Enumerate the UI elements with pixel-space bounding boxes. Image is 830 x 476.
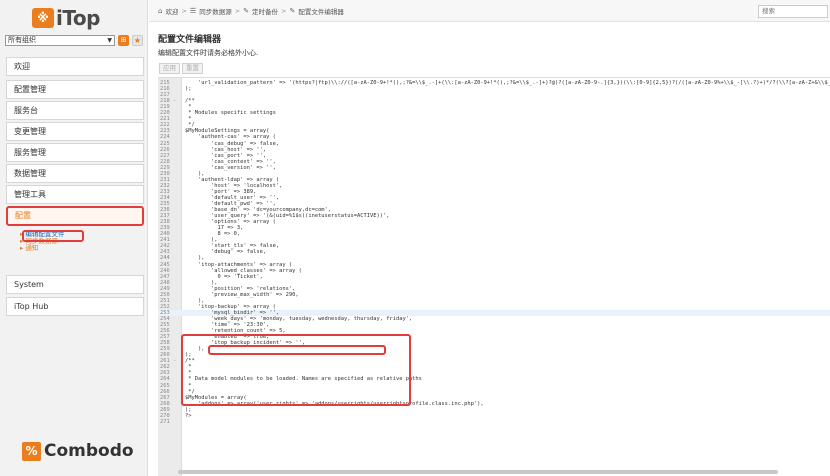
breadcrumb-item-welcome[interactable]: ⌂ 欢迎: [158, 6, 178, 16]
menu-configuration[interactable]: 配置: [6, 206, 144, 226]
breadcrumb-separator-icon: >: [234, 6, 241, 15]
wrench-icon: ✎: [243, 6, 250, 15]
itop-logo[interactable]: ※ iTop: [32, 6, 100, 30]
horizontal-scrollbar[interactable]: [178, 470, 778, 474]
combodo-logo-text: Combodo: [44, 441, 134, 461]
reset-button[interactable]: 重置: [182, 63, 203, 74]
menu-welcome[interactable]: 欢迎: [6, 57, 144, 76]
itop-logo-icon: ※: [32, 8, 54, 28]
breadcrumb-item-sync[interactable]: ☰ 同步数据源: [190, 6, 232, 16]
breadcrumb-separator-icon: >: [281, 6, 287, 15]
org-favorite-icon[interactable]: ★: [132, 34, 143, 46]
warning-text: 编辑配置文件时请务必格外小心.: [158, 49, 259, 57]
wrench-icon: ✎: [289, 6, 296, 15]
menu-service-management[interactable]: 服务管理: [6, 143, 144, 162]
sidebar: ※ iTop 所有组织 ▼ ⊞ ★ 欢迎 配置管理 服务台 变更管理 服务管理 …: [0, 0, 148, 476]
itop-logo-text: iTop: [56, 6, 100, 30]
org-select[interactable]: 所有组织 ▼: [5, 34, 115, 46]
breadcrumb-label: 同步数据源: [199, 7, 232, 16]
combodo-logo: % Combodo: [22, 441, 134, 461]
menu-data-management[interactable]: 数据管理: [6, 164, 144, 183]
org-select-value: 所有组织: [8, 36, 36, 44]
menu-itop-hub[interactable]: iTop Hub: [6, 297, 144, 316]
breadcrumb-label: 配置文件编辑器: [298, 7, 344, 16]
menu-service-desk[interactable]: 服务台: [6, 101, 144, 120]
page-title: 配置文件编辑器: [158, 35, 222, 45]
menu-system[interactable]: System: [6, 275, 144, 294]
chevron-down-icon: ▼: [107, 36, 112, 44]
menu-change-management[interactable]: 变更管理: [6, 122, 144, 141]
editor-toolbar: 应用 重置: [159, 63, 205, 74]
submenu-highlight-box: [22, 230, 84, 242]
breadcrumb-separator-icon: >: [181, 6, 187, 15]
menu-admin-tools[interactable]: 管理工具: [6, 185, 144, 204]
code-editor[interactable]: 215 'url_validation_pattern' => '(https?…: [158, 77, 830, 476]
combodo-logo-icon: %: [22, 441, 41, 461]
org-filter: 所有组织 ▼ ⊞ ★: [5, 34, 143, 46]
breadcrumb: ⌂ 欢迎 > ☰ 同步数据源 > ✎ 定时备份 > ✎ 配置文件编辑器 搜索: [149, 0, 830, 22]
breadcrumb-item-backup[interactable]: ✎ 定时备份: [243, 6, 278, 16]
submenu-notifications[interactable]: 通知: [20, 245, 64, 252]
line-number: 271: [160, 418, 170, 425]
breadcrumb-item-config-editor[interactable]: ✎ 配置文件编辑器: [289, 6, 343, 16]
apply-button[interactable]: 应用: [159, 63, 180, 74]
mysql-bindir-highlight-box: [208, 345, 386, 355]
breadcrumb-label: 定时备份: [252, 7, 279, 16]
code-line[interactable]: 271: [158, 419, 830, 425]
org-hierarchy-icon[interactable]: ⊞: [118, 34, 129, 46]
breadcrumb-label: 欢迎: [165, 7, 179, 16]
home-icon: ⌂: [158, 6, 163, 15]
menu-config-management[interactable]: 配置管理: [6, 80, 144, 99]
search-input[interactable]: 搜索: [758, 5, 828, 18]
list-icon: ☰: [189, 6, 197, 15]
